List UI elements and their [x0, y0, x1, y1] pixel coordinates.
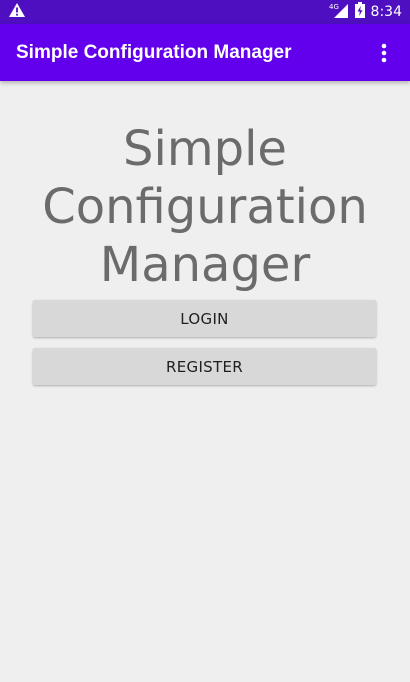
more-vert-icon[interactable]	[372, 37, 396, 69]
status-bar: 4G 8:34	[0, 0, 410, 24]
svg-text:4G: 4G	[329, 3, 339, 11]
headline-line: Manager	[99, 237, 311, 293]
status-time: 8:34	[370, 4, 402, 20]
login-button[interactable]: LOGIN	[33, 300, 376, 337]
app-title: Simple Configuration Manager	[16, 41, 292, 63]
headline: Simple Configuration Manager	[0, 120, 410, 294]
register-button[interactable]: REGISTER	[33, 348, 376, 385]
signal-icon: 4G	[329, 2, 349, 23]
headline-line: Simple	[123, 121, 287, 177]
app-bar: Simple Configuration Manager	[0, 24, 410, 81]
battery-icon	[354, 1, 365, 23]
warning-icon	[9, 2, 25, 22]
headline-line: Configuration	[42, 179, 368, 235]
